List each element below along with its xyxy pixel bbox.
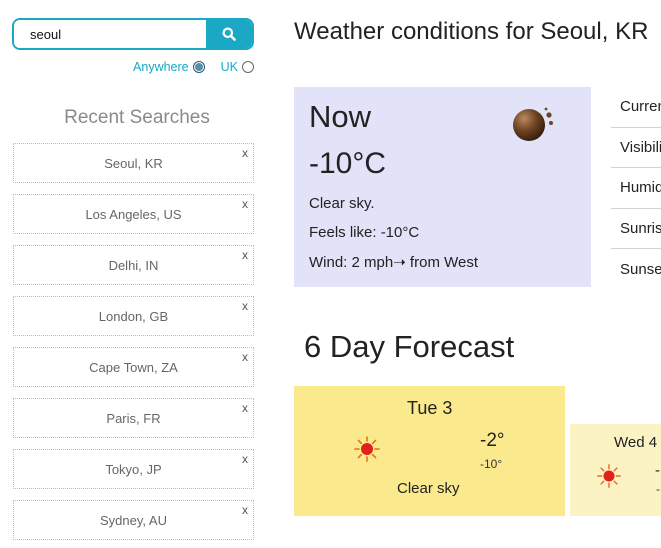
recent-search-item[interactable]: Seoul, KR x xyxy=(13,143,254,183)
remove-recent-button[interactable]: x xyxy=(242,146,248,160)
recent-search-label: London, GB xyxy=(98,308,169,324)
recent-search-item[interactable]: Cape Town, ZA x xyxy=(13,347,254,387)
forecast-low: - xyxy=(656,482,660,496)
search-button[interactable] xyxy=(206,20,252,48)
detail-sunset: Sunset xyxy=(620,260,661,278)
recent-search-item[interactable]: Delhi, IN x xyxy=(13,245,254,285)
now-label: Now xyxy=(309,99,372,134)
forecast-day-name: Tue 3 xyxy=(407,398,453,418)
recent-search-item[interactable]: Los Angeles, US x xyxy=(13,194,254,234)
recent-search-item[interactable]: Sydney, AU x xyxy=(13,500,254,540)
region-options: Anywhere UK xyxy=(133,60,254,74)
page-title: Weather conditions for Seoul, KR xyxy=(294,18,649,45)
remove-recent-button[interactable]: x xyxy=(242,401,248,415)
forecast-day-card: Wed 4 - - xyxy=(570,424,661,516)
wind-info: Wind: 2 mph➝ from West xyxy=(309,254,478,271)
recent-search-label: Paris, FR xyxy=(106,410,161,426)
recent-search-label: Delhi, IN xyxy=(108,257,159,273)
detail-visibility: Visibility xyxy=(611,128,661,168)
feels-like: Feels like: -10°C xyxy=(309,224,420,241)
forecast-low: -10° xyxy=(480,457,503,471)
remove-recent-button[interactable]: x xyxy=(242,299,248,313)
weather-details-list: Current Visibility Humidity Sunrise Suns… xyxy=(611,87,661,290)
region-option-label: Anywhere xyxy=(133,60,189,74)
remove-recent-button[interactable]: x xyxy=(242,197,248,211)
detail-current: Current xyxy=(611,87,661,128)
forecast-high: -2° xyxy=(480,430,505,451)
search-icon xyxy=(222,27,236,41)
current-weather-card: Now -10°C Clear sky. Feels like: -10°C W… xyxy=(294,87,591,287)
search-input[interactable] xyxy=(14,20,206,48)
recent-search-label: Sydney, AU xyxy=(100,512,167,528)
region-option-uk[interactable]: UK xyxy=(221,60,254,74)
region-option-label: UK xyxy=(220,60,238,74)
recent-searches-list: Seoul, KR x Los Angeles, US x Delhi, IN … xyxy=(13,143,254,548)
recent-search-label: Tokyo, JP xyxy=(105,461,162,477)
forecast-title: 6 Day Forecast xyxy=(304,329,515,364)
recent-searches-title: Recent Searches xyxy=(64,107,210,128)
radio-anywhere[interactable] xyxy=(192,61,205,73)
recent-search-label: Los Angeles, US xyxy=(85,206,182,222)
current-description: Clear sky. xyxy=(309,195,375,212)
radio-uk[interactable] xyxy=(242,61,254,73)
recent-search-item[interactable]: Paris, FR x xyxy=(13,398,254,438)
detail-sunrise: Sunrise xyxy=(611,209,661,249)
forecast-day-card: Tue 3 -2° -10° Clear sky xyxy=(294,386,565,516)
detail-humidity: Humidity xyxy=(611,168,661,209)
remove-recent-button[interactable]: x xyxy=(242,503,248,517)
forecast-description: Clear sky xyxy=(397,480,460,497)
recent-search-label: Cape Town, ZA xyxy=(89,359,178,375)
forecast-high: - xyxy=(655,462,660,479)
remove-recent-button[interactable]: x xyxy=(242,248,248,262)
recent-search-item[interactable]: London, GB x xyxy=(13,296,254,336)
forecast-day-name: Wed 4 xyxy=(614,434,658,451)
remove-recent-button[interactable]: x xyxy=(242,452,248,466)
search-box xyxy=(12,18,254,50)
current-temperature: -10°C xyxy=(309,147,387,180)
moon-icon xyxy=(513,107,553,141)
sun-icon xyxy=(354,436,380,462)
recent-search-item[interactable]: Tokyo, JP x xyxy=(13,449,254,489)
remove-recent-button[interactable]: x xyxy=(242,350,248,364)
sun-icon xyxy=(597,464,621,488)
region-option-anywhere[interactable]: Anywhere xyxy=(133,60,205,74)
recent-search-label: Seoul, KR xyxy=(104,155,163,171)
